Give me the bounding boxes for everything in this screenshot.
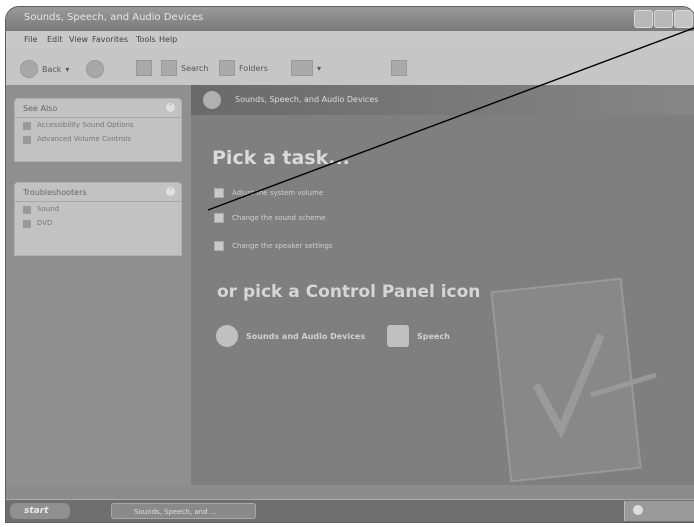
- see-also-item[interactable]: Advanced Volume Controls: [15, 135, 181, 146]
- chevron-down-icon: ▾: [65, 64, 70, 74]
- up-folder-button[interactable]: [136, 60, 152, 76]
- see-also-header[interactable]: See Also ˄: [15, 99, 181, 118]
- accessibility-icon: [23, 122, 31, 130]
- see-also-panel: See Also ˄ Accessibility Sound Options A…: [14, 98, 182, 162]
- toolbar: Back ▾ Search Folders ▾: [6, 48, 694, 86]
- control-panel-icon-link[interactable]: Sounds and Audio Devices: [216, 325, 365, 347]
- minimize-button[interactable]: [634, 10, 653, 28]
- tray-volume-icon[interactable]: [633, 505, 643, 515]
- see-also-item-label: Accessibility Sound Options: [37, 121, 134, 129]
- task-arrow-icon: [214, 213, 224, 223]
- menu-help[interactable]: Help: [159, 35, 177, 44]
- collapse-icon[interactable]: ˄: [166, 187, 175, 196]
- see-also-item-label: Advanced Volume Controls: [37, 135, 132, 143]
- search-button[interactable]: Search: [161, 60, 208, 76]
- speaker-icon: [203, 91, 221, 109]
- control-panel-icon-label: Sounds and Audio Devices: [246, 331, 366, 341]
- control-panel-icon-label: Speech: [417, 331, 450, 341]
- folders-label: Folders: [239, 63, 268, 73]
- menu-tools[interactable]: Tools: [136, 35, 156, 44]
- category-title: Sounds, Speech, and Audio Devices: [235, 95, 379, 104]
- start-button[interactable]: start: [10, 503, 70, 519]
- search-label: Search: [181, 63, 209, 73]
- pick-a-task-heading: Pick a task...: [212, 147, 350, 169]
- maximize-button[interactable]: [654, 10, 673, 28]
- collapse-icon[interactable]: ˄: [166, 103, 175, 112]
- troubleshooters-title: Troubleshooters: [23, 188, 87, 197]
- menu-favorites[interactable]: Favorites: [92, 35, 128, 44]
- system-tray: [624, 501, 694, 521]
- menu-edit[interactable]: Edit: [47, 35, 63, 44]
- troubleshooter-item-label: Sound: [37, 205, 60, 213]
- control-panel-icon-link[interactable]: Speech: [387, 325, 450, 347]
- sounds-audio-devices-icon: [216, 325, 238, 347]
- category-banner: Sounds, Speech, and Audio Devices: [191, 85, 694, 115]
- views-icon: [291, 60, 313, 76]
- folders-icon: [219, 60, 235, 76]
- troubleshooter-item[interactable]: Sound: [15, 205, 181, 216]
- task-link[interactable]: Adjust the system volume: [214, 188, 323, 198]
- checklist-watermark-icon: [490, 277, 657, 483]
- troubleshooter-item[interactable]: DVD: [15, 219, 181, 230]
- task-arrow-icon: [214, 241, 224, 251]
- task-link[interactable]: Change the sound scheme: [214, 213, 326, 223]
- chevron-down-icon: ▾: [317, 63, 322, 73]
- troubleshooters-panel: Troubleshooters ˄ Sound DVD: [14, 182, 182, 256]
- menu-bar: File Edit View Favorites Tools Help: [6, 31, 694, 48]
- taskbar: start Sounds, Speech, and ...: [6, 499, 694, 522]
- content-pane: Sounds, Speech, and Audio Devices Pick a…: [191, 85, 694, 485]
- go-button[interactable]: [391, 60, 407, 76]
- go-icon: [391, 60, 407, 76]
- see-also-title: See Also: [23, 104, 58, 113]
- taskbar-window-button[interactable]: Sounds, Speech, and ...: [111, 503, 256, 519]
- close-button[interactable]: [674, 10, 693, 28]
- task-link[interactable]: Change the speaker settings: [214, 241, 333, 251]
- task-arrow-icon: [214, 188, 224, 198]
- back-button[interactable]: Back ▾: [20, 60, 69, 78]
- task-pane: See Also ˄ Accessibility Sound Options A…: [6, 85, 191, 485]
- menu-file[interactable]: File: [24, 35, 37, 44]
- speech-icon: [387, 325, 409, 347]
- volume-controls-icon: [23, 136, 31, 144]
- forward-button[interactable]: [86, 60, 104, 78]
- task-link-label: Adjust the system volume: [232, 189, 324, 197]
- forward-arrow-icon: [86, 60, 104, 78]
- taskbar-window-label: Sounds, Speech, and ...: [134, 508, 217, 516]
- views-button[interactable]: ▾: [291, 60, 321, 76]
- troubleshooters-header[interactable]: Troubleshooters ˄: [15, 183, 181, 202]
- task-link-label: Change the sound scheme: [232, 214, 326, 222]
- task-link-label: Change the speaker settings: [232, 242, 333, 250]
- window-title: Sounds, Speech, and Audio Devices: [24, 12, 204, 23]
- back-arrow-icon: [20, 60, 38, 78]
- search-icon: [161, 60, 177, 76]
- menu-view[interactable]: View: [69, 35, 88, 44]
- help-icon: [23, 220, 31, 228]
- title-bar[interactable]: Sounds, Speech, and Audio Devices: [6, 7, 694, 31]
- back-label: Back: [42, 64, 62, 74]
- control-panel-heading: or pick a Control Panel icon: [217, 282, 481, 302]
- see-also-item[interactable]: Accessibility Sound Options: [15, 121, 181, 132]
- troubleshooter-item-label: DVD: [37, 219, 53, 227]
- explorer-window: Sounds, Speech, and Audio Devices File E…: [5, 6, 694, 523]
- folders-button[interactable]: Folders: [219, 60, 268, 76]
- help-icon: [23, 206, 31, 214]
- up-folder-icon: [136, 60, 152, 76]
